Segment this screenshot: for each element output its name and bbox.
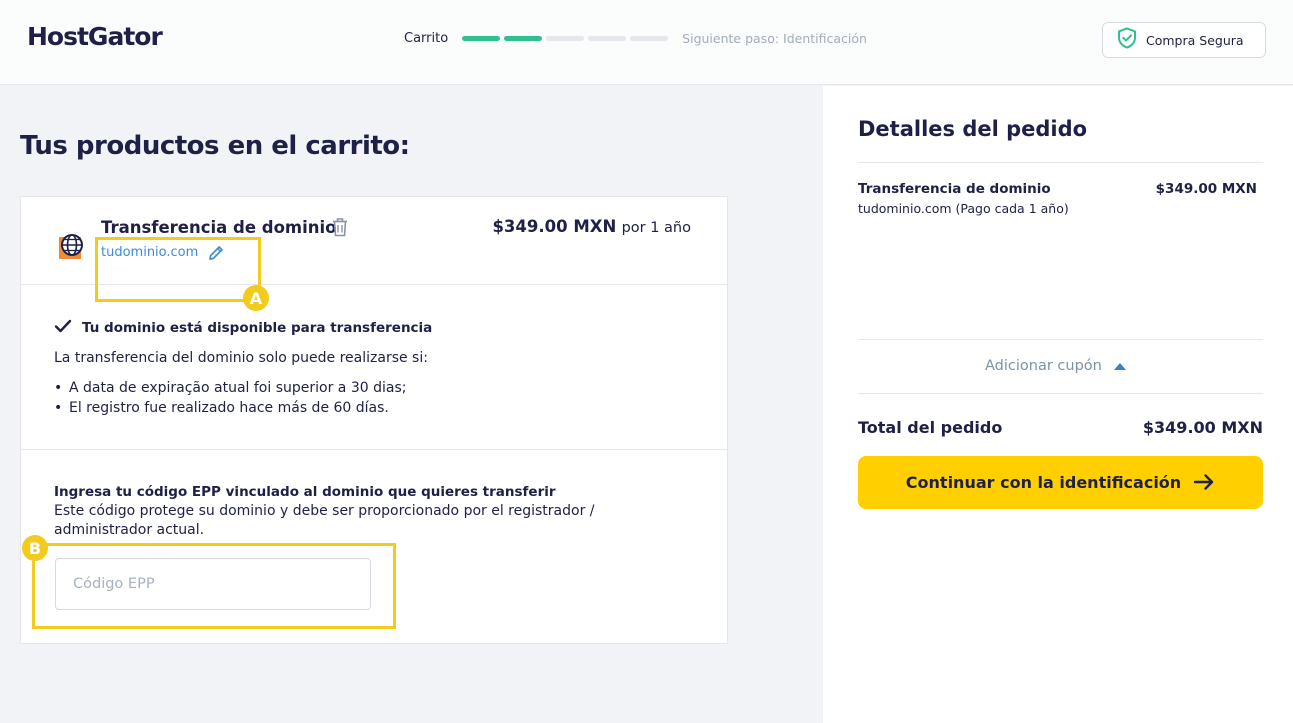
add-coupon-label: Adicionar cupón xyxy=(985,358,1102,374)
progress-segment xyxy=(546,36,585,41)
annotation-box-a xyxy=(95,237,261,302)
progress-segment xyxy=(588,36,627,41)
shield-check-icon xyxy=(1117,27,1137,53)
top-header: HostGator Carrito Siguiente paso: Identi… xyxy=(0,0,1293,85)
progress-segment xyxy=(462,36,501,41)
availability-text: Tu dominio está disponible para transfer… xyxy=(82,319,433,336)
checkout-progress: Carrito Siguiente paso: Identificación xyxy=(404,31,867,46)
order-total-label: Total del pedido xyxy=(858,418,1003,437)
check-icon xyxy=(54,318,72,337)
progress-segment xyxy=(504,36,543,41)
order-item-price: $349.00 MXN xyxy=(1155,181,1257,197)
hostgator-logo[interactable]: HostGator xyxy=(27,22,163,51)
page-title: Tus productos en el carrito: xyxy=(20,131,410,161)
annotation-badge-a: A xyxy=(243,285,269,311)
divider xyxy=(858,339,1263,340)
product-price: $349.00 MXN por 1 año xyxy=(492,217,691,236)
order-summary-panel: Detalles del pedido Transferencia de dom… xyxy=(823,86,1293,723)
product-name: Transferencia de dominio xyxy=(101,218,337,237)
epp-description: Este código protege su dominio y debe se… xyxy=(54,503,595,538)
add-coupon-toggle[interactable]: Adicionar cupón xyxy=(985,358,1126,374)
divider xyxy=(21,449,727,450)
order-total-value: $349.00 MXN xyxy=(1142,418,1263,437)
trash-icon[interactable] xyxy=(331,217,349,241)
progress-next-step: Siguiente paso: Identificación xyxy=(682,31,867,46)
order-item-detail: tudominio.com (Pago cada 1 año) xyxy=(858,201,1069,216)
progress-bars xyxy=(462,36,669,41)
continue-identification-button[interactable]: Continuar con la identificación xyxy=(858,456,1263,509)
progress-current-step: Carrito xyxy=(404,31,449,46)
list-item: El registro fue realizado hace más de 60… xyxy=(54,398,406,418)
conditions-intro: La transferencia del dominio solo puede … xyxy=(54,350,428,366)
list-item: A data de expiração atual foi superior a… xyxy=(54,378,406,398)
order-item-name: Transferencia de dominio xyxy=(858,181,1051,197)
annotation-box-b xyxy=(32,543,396,629)
availability-status: Tu dominio está disponible para transfer… xyxy=(54,318,432,337)
secure-purchase-badge: Compra Segura xyxy=(1102,22,1266,58)
progress-segment xyxy=(630,36,669,41)
conditions-list: A data de expiração atual foi superior a… xyxy=(54,378,406,418)
divider xyxy=(858,393,1263,394)
product-price-period: por 1 año xyxy=(621,220,691,236)
epp-title: Ingresa tu código EPP vinculado al domin… xyxy=(54,484,556,500)
caret-up-icon xyxy=(1113,362,1126,370)
annotation-badge-b: B xyxy=(22,535,48,561)
continue-button-label: Continuar con la identificación xyxy=(905,473,1182,492)
product-price-amount: $349.00 MXN xyxy=(492,217,617,236)
arrow-right-icon xyxy=(1193,471,1215,495)
divider xyxy=(858,162,1263,163)
secure-purchase-label: Compra Segura xyxy=(1146,32,1244,48)
globe-icon xyxy=(58,233,86,265)
order-summary-title: Detalles del pedido xyxy=(858,117,1088,141)
